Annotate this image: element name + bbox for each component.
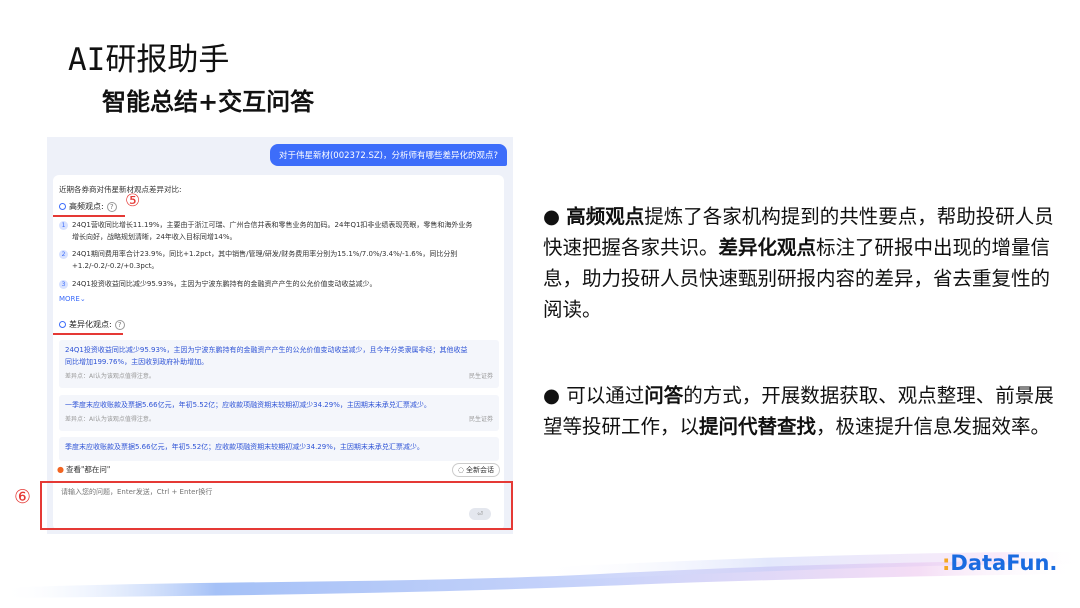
chat-screenshot-panel: 对于伟星新材(002372.SZ)，分析师有哪些差异化的观点? 近期各券商对伟星…	[47, 137, 513, 534]
item-number: 1	[59, 221, 68, 230]
user-question-bubble: 对于伟星新材(002372.SZ)，分析师有哪些差异化的观点?	[269, 144, 507, 166]
item-number: 2	[59, 250, 68, 259]
answer-intro: 近期各券商对伟星新材观点差异对比:	[59, 185, 182, 194]
high-freq-item-2: 2 24Q1期间费用率合计23.9%，同比+1.2pct，其中销售/管理/研发/财…	[59, 248, 499, 272]
marker-5: ⑤	[125, 191, 141, 211]
help-icon[interactable]: ?	[106, 201, 117, 212]
diff-source-note: 差异点：AI认为该观点值得注意。	[65, 416, 155, 423]
diff-label: 差异化观点:	[69, 320, 112, 329]
bullet-paragraph-2: ● 可以通过问答的方式，开展数据获取、观点整理、前景展望等投研工作，以提问代替查…	[543, 380, 1068, 442]
high-freq-item-1: 1 24Q1营收同比增长11.19%，主要由于浙江可瑞、广州合信井表和零售业务的加…	[59, 219, 499, 243]
diff-source-note: 差异点：AI认为该观点值得注意。	[65, 373, 155, 380]
diff-source-row: 差异点：AI认为该观点值得注意。 民生证券	[59, 411, 499, 423]
diff-header: 差异化观点: ?	[59, 319, 125, 330]
bold-term: 高频观点	[566, 205, 645, 228]
help-icon[interactable]: ?	[114, 319, 125, 330]
para-text: 可以通过	[566, 384, 645, 407]
para-text: ，极速提升信息发掘效率。	[816, 415, 1051, 438]
decorative-wave	[0, 552, 1080, 598]
diff-source-row: 差异点：AI认为该观点值得注意。 民生证券	[59, 368, 499, 380]
diff-card-1: 24Q1投资收益同比减少95.93%，主因为宁波东鹏持有的金融资产产生的公允价值…	[59, 340, 499, 388]
diff-text: 季度末应收账款及票据5.66亿元，年初5.52亿；应收款项融资期末较期初减少34…	[65, 443, 424, 451]
red-underline-high-freq	[53, 215, 125, 217]
chevron-down-icon: ⌄	[79, 295, 86, 303]
diff-text: 24Q1投资收益同比减少95.93%，主因为宁波东鹏持有的金融资产产生的公允价值…	[65, 346, 468, 354]
bullet-dot: ●	[543, 384, 567, 407]
item-text: 24Q1营收同比增长11.19%，主要由于浙江可瑞、广州合信井表和零售业务的加码…	[72, 221, 473, 229]
item-text: 24Q1期间费用率合计23.9%，同比+1.2pct，其中销售/管理/研发/财务…	[72, 250, 458, 258]
diff-card-3: 季度末应收账款及票据5.66亿元，年初5.52亿；应收款项融资期末较期初减少34…	[59, 437, 499, 461]
section-dot-icon	[59, 321, 66, 328]
datafun-logo: :DataFun.	[942, 551, 1057, 575]
diff-text: 一季度末应收账款及票据5.66亿元，年初5.52亿；应收款项融资期末较期初减少3…	[65, 401, 431, 409]
chat-footer-bar: ● 查看"都在问" ◌ 全新会话	[53, 462, 504, 477]
bullet-dot: ●	[543, 205, 567, 228]
red-underline-diff	[53, 333, 123, 335]
fire-icon: ●	[57, 465, 64, 474]
item-text: 24Q1投资收益同比减少95.93%，主因为宁波东鹏持有的金融资产产生的公允价值…	[72, 280, 377, 288]
diff-source-broker: 民生证券	[468, 373, 493, 380]
bold-term: 提问代替查找	[699, 415, 817, 438]
bullet-paragraph-1: ● 高频观点提炼了各家机构提到的共性要点，帮助投研人员快速把握各家共识。差异化观…	[543, 201, 1068, 325]
answer-card: 近期各券商对伟星新材观点差异对比: 高频观点: ? 1 24Q1营收同比增长11.…	[53, 175, 504, 495]
more-link[interactable]: MORE⌄	[59, 295, 86, 303]
section-dot-icon	[59, 203, 66, 210]
slide-subtitle: 智能总结+交互问答	[102, 88, 315, 116]
refresh-icon: ◌	[457, 466, 464, 474]
new-session-button[interactable]: ◌ 全新会话	[451, 463, 500, 477]
high-freq-label: 高频观点:	[69, 202, 104, 211]
bold-term: 问答	[644, 384, 684, 407]
logo-text: DataFun.	[950, 551, 1058, 575]
item-text-cont: +1.2/-0.2/-0.2/+0.3pct。	[72, 262, 159, 270]
high-freq-header: 高频观点: ?	[59, 201, 117, 212]
diff-card-2: 一季度末应收账款及票据5.66亿元，年初5.52亿；应收款项融资期末较期初减少3…	[59, 395, 499, 431]
marker-6: ⑥	[14, 486, 32, 508]
bold-term: 差异化观点	[718, 236, 817, 259]
item-number: 3	[59, 280, 68, 289]
high-freq-item-3: 3 24Q1投资收益同比减少95.93%，主因为宁波东鹏持有的金融资产产生的公允价…	[59, 278, 499, 290]
slide-title: AI研报助手	[68, 42, 230, 78]
see-all-questions-link[interactable]: ● 查看"都在问"	[57, 464, 110, 475]
item-text-cont: 增长向好，战略规划清晰，24年收入目标同增14%。	[72, 233, 237, 241]
diff-source-broker: 民生证券	[468, 416, 493, 423]
input-highlight-frame	[40, 481, 513, 530]
more-label: MORE	[59, 295, 80, 303]
diff-text-cont: 同比增加199.76%，主因收到政府补助增加。	[65, 358, 209, 366]
new-session-label: 全新会话	[466, 466, 494, 474]
see-all-questions-label: 查看"都在问"	[65, 465, 111, 474]
